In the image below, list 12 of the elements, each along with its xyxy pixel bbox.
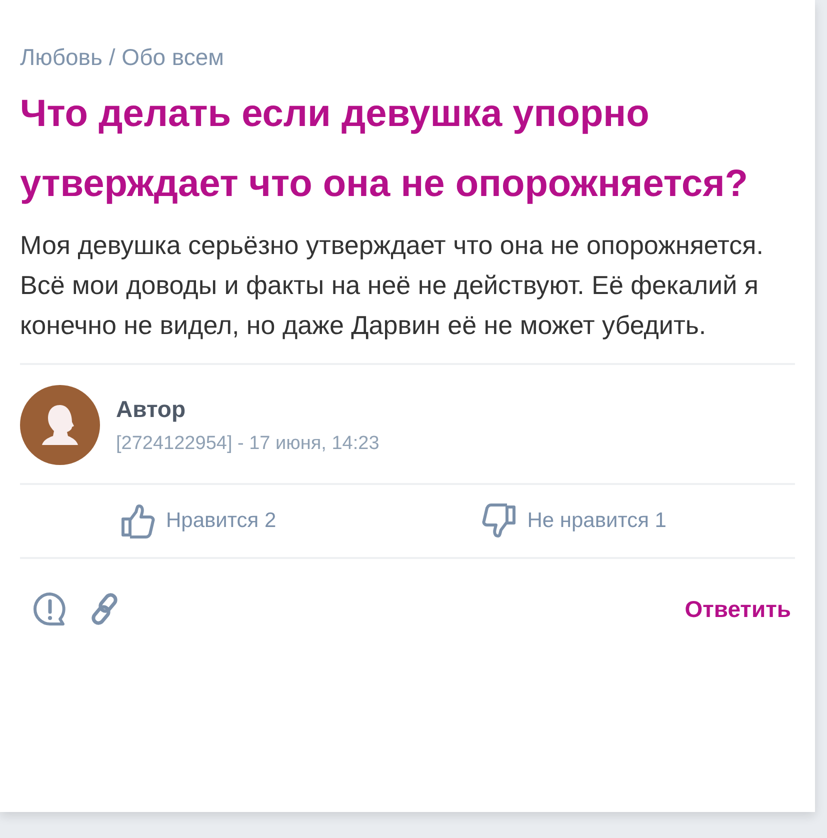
- thumbs-down-icon: [481, 503, 518, 539]
- post-title: Что делать если девушка упорно утверждает что она не опорожняется?: [20, 92, 749, 207]
- thumbs-up-icon: [120, 503, 156, 539]
- avatar-icon[interactable]: [20, 385, 100, 465]
- post-text: Моя девушка серьёзно утверждает что она не опорожняется. Всё мои доводы и факты на неё не действуют. Её фекалий я конечно не видел, но даже Дарвин её не может убедить.: [20, 229, 764, 342]
- breadcrumb-link[interactable]: Любовь / Обо всем: [20, 44, 224, 71]
- dislike-button[interactable]: Не нравится 1: [481, 503, 666, 539]
- warning-icon[interactable]: [32, 591, 68, 627]
- reply-button[interactable]: Ответить: [684, 596, 791, 622]
- post-meta: [2724122954] - 17 июня, 14:23: [116, 432, 380, 454]
- author-name[interactable]: Автор: [116, 396, 186, 422]
- like-button[interactable]: Нравится 2: [120, 503, 276, 539]
